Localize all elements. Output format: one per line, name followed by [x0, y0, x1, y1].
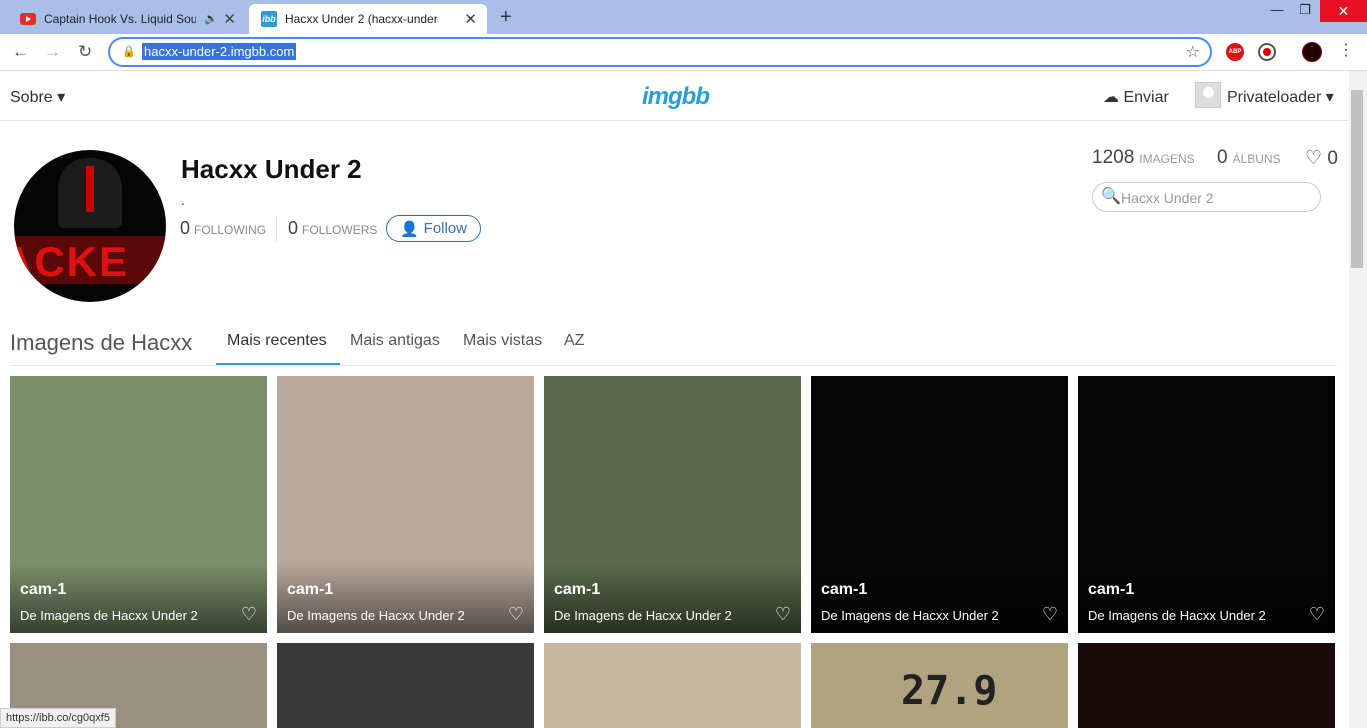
likes-count[interactable]: ♡ 0	[1305, 147, 1338, 170]
tab-title: Captain Hook Vs. Liquid Soul	[44, 12, 196, 26]
status-bar-url: https://ibb.co/cg0qxf5	[0, 708, 116, 728]
adblock-icon[interactable]: ABP	[1226, 43, 1244, 61]
record-extension-icon[interactable]	[1258, 43, 1276, 61]
tab-title: Hacxx Under 2 (hacxx-under-2) —	[285, 12, 437, 26]
reload-button[interactable]: ↻	[78, 42, 92, 62]
forward-button[interactable]: →	[44, 42, 61, 62]
albums-count[interactable]: 0 ÁLBUNS	[1217, 147, 1281, 169]
gallery-item[interactable]: cam-1 De Imagens de Hacxx Under 2 ♡	[10, 376, 267, 633]
back-button[interactable]: ←	[12, 42, 29, 62]
images-count[interactable]: 1208 IMAGENS	[1092, 147, 1195, 169]
followers-stat[interactable]: 0 FOLLOWERS	[288, 218, 377, 239]
gallery-item[interactable]: cam-1 De Imagens de Hacxx Under 2 ♡	[1078, 376, 1335, 633]
profile-search-input[interactable]: Hacxx Under 2	[1092, 182, 1321, 212]
tab-close-icon[interactable]: ✕	[223, 10, 236, 28]
address-bar[interactable]: 🔒 hacxx-under-2.imgbb.com ☆	[108, 37, 1212, 67]
like-heart-icon[interactable]: ♡	[1309, 604, 1325, 625]
tab-close-icon[interactable]: ✕	[464, 10, 477, 28]
scrollbar-thumb[interactable]	[1351, 90, 1363, 268]
imgbb-icon: ibb	[261, 11, 277, 27]
browser-tab-bar: Captain Hook Vs. Liquid Soul 🔊 ✕ ibb Hac…	[0, 0, 1367, 34]
restore-button[interactable]: ❐	[1290, 2, 1320, 18]
gallery-item[interactable]	[544, 643, 801, 728]
menu-kebab-icon[interactable]: ⋮	[1338, 40, 1354, 60]
gallery-item[interactable]: cam-1 De Imagens de Hacxx Under 2 ♡	[811, 376, 1068, 633]
gallery-item[interactable]: 27.9	[811, 643, 1068, 728]
like-heart-icon[interactable]: ♡	[1042, 604, 1058, 625]
profile-name: Hacxx Under 2	[181, 154, 362, 184]
youtube-icon	[20, 13, 36, 25]
gallery-title: Imagens de Hacxx	[10, 330, 193, 355]
about-menu[interactable]: Sobre ▾	[10, 87, 65, 107]
speaker-icon[interactable]: 🔊	[204, 12, 218, 25]
like-heart-icon[interactable]: ♡	[775, 604, 791, 625]
browser-toolbar: ← → ↻ 🔒 hacxx-under-2.imgbb.com ☆ ABP ⋮	[0, 34, 1367, 71]
profile-bio: .	[181, 192, 185, 208]
follow-button[interactable]: 👤 Follow	[386, 215, 481, 242]
site-header: Sobre ▾ imgbb ☁ Enviar Privateloader ▾	[0, 71, 1349, 121]
bookmark-star-icon[interactable]: ☆	[1186, 42, 1200, 62]
minimize-button[interactable]: —	[1262, 2, 1292, 17]
site-logo[interactable]: imgbb	[642, 83, 710, 111]
search-icon[interactable]: 🔍	[1101, 186, 1121, 206]
tab-oldest[interactable]: Mais antigas	[350, 332, 440, 350]
gallery-item[interactable]	[277, 643, 534, 728]
gallery-item[interactable]	[1078, 643, 1335, 728]
tab-az[interactable]: AZ	[564, 332, 584, 350]
close-window-button[interactable]: ✕	[1320, 0, 1367, 22]
tab-most-viewed[interactable]: Mais vistas	[463, 332, 542, 350]
heart-icon: ♡	[1305, 148, 1323, 169]
tab-imgbb[interactable]: ibb Hacxx Under 2 (hacxx-under-2) — ✕	[249, 4, 487, 34]
tab-youtube[interactable]: Captain Hook Vs. Liquid Soul 🔊 ✕	[8, 4, 246, 34]
upload-button[interactable]: ☁ Enviar	[1103, 87, 1169, 107]
gallery-item[interactable]: cam-1 De Imagens de Hacxx Under 2 ♡	[277, 376, 534, 633]
url-text[interactable]: hacxx-under-2.imgbb.com	[142, 43, 297, 60]
new-tab-button[interactable]: +	[500, 6, 512, 29]
like-heart-icon[interactable]: ♡	[241, 604, 257, 625]
profile-avatar[interactable]	[1302, 42, 1322, 62]
lock-icon[interactable]: 🔒	[122, 45, 136, 58]
add-user-icon: 👤	[399, 220, 419, 238]
cloud-upload-icon: ☁	[1103, 89, 1119, 106]
tab-most-recent[interactable]: Mais recentes	[227, 332, 327, 350]
user-avatar[interactable]	[1195, 82, 1221, 108]
following-stat[interactable]: 0 FOLLOWING	[180, 218, 266, 239]
like-heart-icon[interactable]: ♡	[508, 604, 524, 625]
user-menu[interactable]: Privateloader ▾	[1227, 87, 1334, 107]
profile-avatar-large: ACKE	[14, 150, 166, 302]
gallery-item[interactable]: cam-1 De Imagens de Hacxx Under 2 ♡	[544, 376, 801, 633]
